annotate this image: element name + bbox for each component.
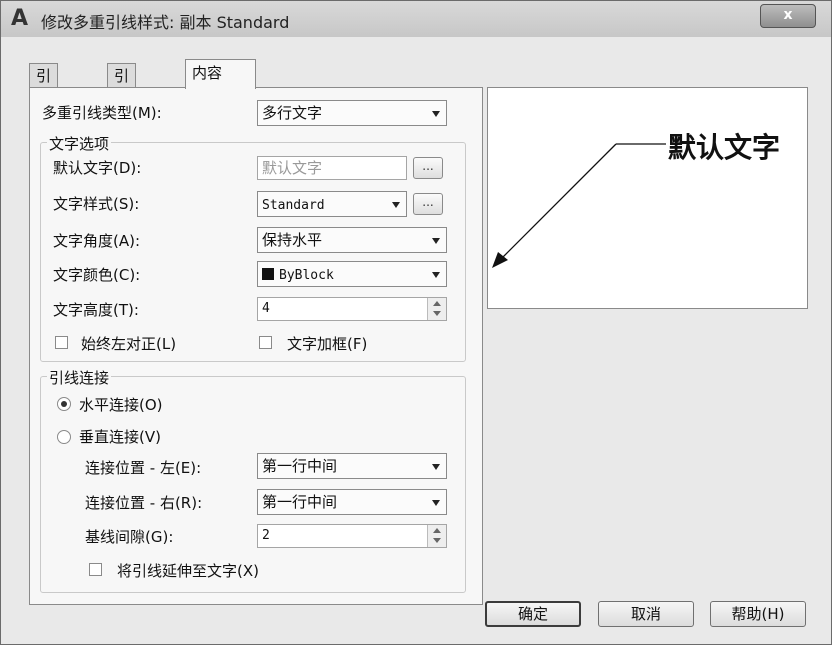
spin-down-icon[interactable]	[433, 538, 441, 543]
dialog-window: A 修改多重引线样式: 副本 Standard x 引线格式 引线结构 内容 多…	[0, 0, 832, 645]
spinner-buttons[interactable]	[427, 525, 446, 547]
text-style-browse-button[interactable]: ...	[413, 193, 443, 215]
chevron-down-icon	[432, 464, 440, 470]
chevron-down-icon	[432, 238, 440, 244]
color-swatch	[262, 268, 274, 280]
right-attachment-dropdown[interactable]: 第一行中间	[257, 489, 447, 515]
text-height-label: 文字高度(T):	[53, 301, 139, 319]
default-text-field[interactable]: 默认文字	[257, 156, 407, 180]
right-attachment-value: 第一行中间	[262, 493, 338, 511]
ok-button[interactable]: 确定	[485, 601, 581, 627]
leader-preview-graphic	[492, 143, 666, 268]
leader-connection-title: 引线连接	[47, 367, 112, 388]
frame-text-label: 文字加框(F)	[287, 335, 368, 353]
text-options-title: 文字选项	[47, 133, 112, 154]
frame-text-checkbox[interactable]	[259, 336, 272, 349]
landing-gap-label: 基线间隙(G):	[85, 528, 174, 546]
close-button[interactable]: x	[760, 4, 816, 28]
chevron-down-icon	[432, 111, 440, 117]
extend-leader-label: 将引线延伸至文字(X)	[117, 562, 259, 580]
preview-pane: 默认文字	[487, 87, 808, 309]
title-bar: A 修改多重引线样式: 副本 Standard x	[1, 1, 831, 37]
help-button[interactable]: 帮助(H)	[710, 601, 806, 627]
dialog-client-area: 引线格式 引线结构 内容 多重引线类型(M): 多行文字 文字选项 默认文字(D…	[11, 37, 822, 635]
landing-gap-spinner[interactable]: 2	[257, 524, 447, 548]
text-color-dropdown[interactable]: ByBlock	[257, 261, 447, 287]
leader-line	[495, 143, 617, 265]
right-attachment-label: 连接位置 - 右(R):	[85, 494, 203, 512]
left-attachment-dropdown[interactable]: 第一行中间	[257, 453, 447, 479]
text-angle-dropdown[interactable]: 保持水平	[257, 227, 447, 253]
text-angle-value: 保持水平	[262, 231, 323, 249]
horizontal-attachment-radio[interactable]	[57, 397, 71, 411]
tab-content[interactable]: 内容	[185, 59, 256, 89]
landing-gap-value: 2	[262, 528, 270, 543]
text-color-value: ByBlock	[279, 268, 334, 283]
always-left-label: 始终左对正(L)	[81, 335, 177, 353]
text-height-spinner[interactable]: 4	[257, 297, 447, 321]
text-style-dropdown[interactable]: Standard	[257, 191, 407, 217]
text-options-group: 文字选项 默认文字(D): 默认文字 ... 文字样式(S): Standard…	[40, 133, 466, 362]
autocad-app-icon: A	[11, 6, 29, 31]
horizontal-attachment-label: 水平连接(O)	[79, 396, 163, 414]
text-style-value: Standard	[262, 198, 325, 213]
left-attachment-value: 第一行中间	[262, 457, 338, 475]
left-attachment-label: 连接位置 - 左(E):	[85, 459, 202, 477]
content-tab-panel: 多重引线类型(M): 多行文字 文字选项 默认文字(D): 默认文字 ... 文…	[29, 87, 483, 605]
spin-down-icon[interactable]	[433, 311, 441, 316]
extend-leader-checkbox[interactable]	[89, 563, 102, 576]
leader-type-value: 多行文字	[262, 104, 323, 122]
cancel-button[interactable]: 取消	[598, 601, 694, 627]
default-text-label: 默认文字(D):	[53, 159, 142, 177]
text-angle-label: 文字角度(A):	[53, 232, 141, 250]
tab-leader-format[interactable]: 引线格式	[29, 63, 59, 157]
preview-text: 默认文字	[668, 131, 781, 164]
leader-connection-group: 引线连接 水平连接(O) 垂直连接(V) 连接位置 - 左(E): 第一行中间 …	[40, 367, 466, 593]
tab-leader-structure[interactable]: 引线结构	[107, 63, 137, 157]
leader-type-dropdown[interactable]: 多行文字	[257, 100, 447, 126]
spinner-buttons[interactable]	[427, 298, 446, 320]
text-height-value: 4	[262, 301, 270, 316]
chevron-down-icon	[392, 202, 400, 208]
text-style-label: 文字样式(S):	[53, 195, 140, 213]
default-text-browse-button[interactable]: ...	[413, 157, 443, 179]
spin-up-icon[interactable]	[433, 528, 441, 533]
vertical-attachment-radio[interactable]	[57, 430, 71, 444]
always-left-checkbox[interactable]	[55, 336, 68, 349]
window-title: 修改多重引线样式: 副本 Standard	[41, 13, 290, 32]
text-color-label: 文字颜色(C):	[53, 266, 141, 284]
vertical-attachment-label: 垂直连接(V)	[79, 428, 161, 446]
chevron-down-icon	[432, 272, 440, 278]
spin-up-icon[interactable]	[433, 301, 441, 306]
leader-type-label: 多重引线类型(M):	[42, 104, 162, 122]
chevron-down-icon	[432, 500, 440, 506]
